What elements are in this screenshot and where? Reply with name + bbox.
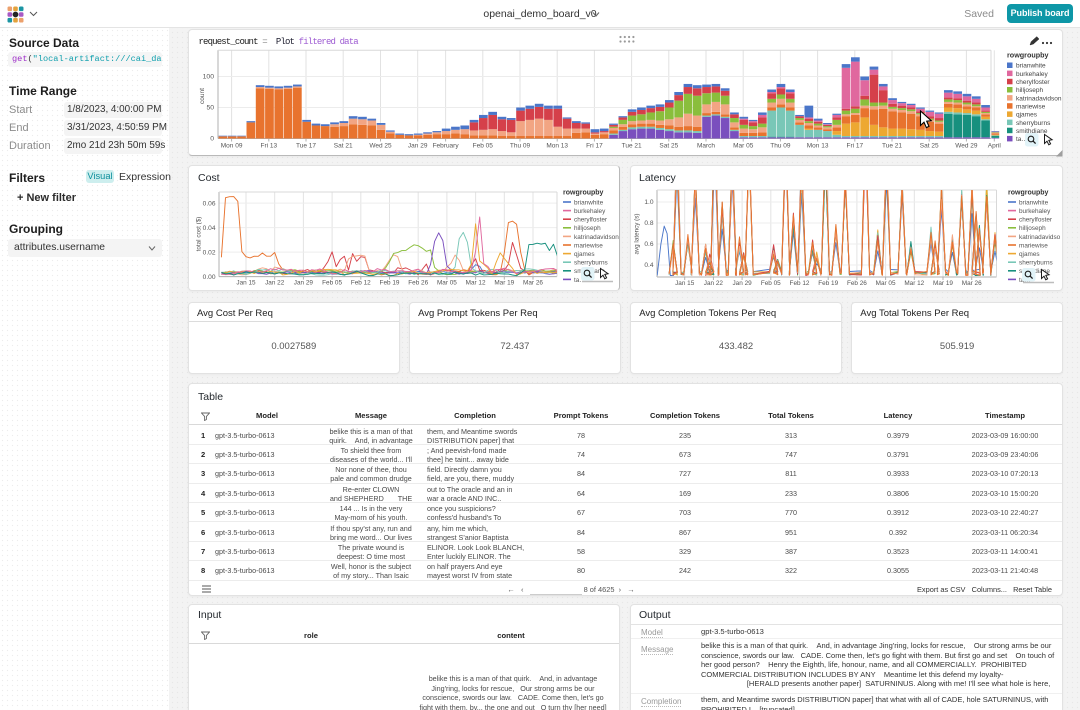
svg-text:0.04: 0.04 [203, 225, 216, 232]
svg-text:mariewise: mariewise [574, 242, 603, 249]
svg-text:Mar 26: Mar 26 [523, 280, 543, 287]
svg-text:Feb 19: Feb 19 [818, 280, 838, 287]
svg-text:Mon 13: Mon 13 [807, 143, 829, 150]
svg-text:Jan 22: Jan 22 [704, 280, 724, 287]
svg-text:rowgroupby: rowgroupby [1007, 51, 1049, 60]
svg-text:mariewise: mariewise [1019, 242, 1048, 249]
svg-text:0.8: 0.8 [644, 220, 653, 227]
svg-text:burkehaley: burkehaley [574, 208, 606, 215]
svg-text:1.0: 1.0 [644, 199, 653, 206]
svg-text:50: 50 [206, 105, 214, 112]
svg-text:Mar 05: Mar 05 [437, 280, 457, 287]
svg-text:Fri 13: Fri 13 [260, 143, 277, 150]
svg-text:Mon 09: Mon 09 [221, 143, 243, 150]
svg-text:0.4: 0.4 [644, 262, 653, 269]
svg-text:Feb 19: Feb 19 [380, 280, 400, 287]
svg-text:Fri 17: Fri 17 [586, 143, 603, 150]
svg-text:Mar 12: Mar 12 [904, 280, 924, 287]
svg-text:cherylfoster: cherylfoster [574, 217, 608, 224]
svg-text:Jan 29: Jan 29 [732, 280, 752, 287]
svg-text:rowgroupby: rowgroupby [1008, 190, 1049, 197]
svg-text:Tue 21: Tue 21 [882, 143, 902, 150]
svg-text:Mar 19: Mar 19 [494, 280, 514, 287]
svg-text:Mar 12: Mar 12 [466, 280, 486, 287]
svg-text:0.6: 0.6 [644, 241, 653, 248]
svg-text:count: count [199, 88, 206, 104]
svg-text:February: February [433, 143, 460, 150]
svg-text:Jan 15: Jan 15 [675, 280, 695, 287]
svg-text:katrinadavidson: katrinadavidson [574, 234, 619, 241]
svg-text:Tue 17: Tue 17 [296, 143, 316, 150]
svg-text:Sat 21: Sat 21 [334, 143, 353, 150]
svg-text:Mar 05: Mar 05 [876, 280, 896, 287]
svg-text:Jan 29: Jan 29 [408, 143, 428, 150]
svg-text:Tue 21: Tue 21 [622, 143, 642, 150]
svg-text:Sat 25: Sat 25 [920, 143, 939, 150]
svg-text:brianwhite: brianwhite [574, 199, 604, 206]
svg-text:cherylfoster: cherylfoster [1019, 217, 1053, 224]
svg-text:March: March [697, 143, 715, 150]
svg-text:100: 100 [203, 74, 215, 81]
svg-text:qjames: qjames [574, 251, 595, 258]
svg-text:0.02: 0.02 [203, 249, 216, 256]
svg-text:hilljoseph: hilljoseph [1016, 87, 1043, 94]
svg-text:katrinadavidson: katrinadavidson [1016, 95, 1062, 102]
svg-text:rowgroupby: rowgroupby [563, 190, 604, 197]
svg-text:Sat 25: Sat 25 [659, 143, 678, 150]
svg-text:Feb 12: Feb 12 [351, 280, 371, 287]
svg-text:Jan 15: Jan 15 [236, 280, 256, 287]
svg-text:Feb 05: Feb 05 [473, 143, 494, 150]
svg-text:hilljoseph: hilljoseph [1019, 225, 1046, 232]
svg-text:Jan 22: Jan 22 [265, 280, 285, 287]
svg-text:0.00: 0.00 [203, 274, 216, 281]
svg-text:cherylfoster: cherylfoster [1016, 79, 1050, 86]
svg-text:hilljoseph: hilljoseph [574, 225, 601, 232]
svg-text:Jan 29: Jan 29 [294, 280, 314, 287]
svg-text:katrinadavidson: katrinadavidson [1019, 234, 1060, 241]
svg-text:Feb 12: Feb 12 [790, 280, 810, 287]
svg-text:burkehaley: burkehaley [1019, 208, 1051, 215]
svg-text:burkehaley: burkehaley [1016, 71, 1049, 78]
svg-text:brianwhite: brianwhite [1019, 199, 1049, 206]
svg-text:qjames: qjames [1016, 112, 1038, 119]
svg-text:brianwhite: brianwhite [1016, 63, 1046, 70]
svg-text:0.06: 0.06 [203, 200, 216, 207]
svg-text:Feb 26: Feb 26 [408, 280, 428, 287]
svg-text:Wed 29: Wed 29 [955, 143, 978, 150]
svg-text:Mar 05: Mar 05 [733, 143, 754, 150]
svg-text:sherryburns: sherryburns [1016, 120, 1051, 127]
svg-text:Feb 26: Feb 26 [847, 280, 867, 287]
svg-text:Wed 25: Wed 25 [369, 143, 392, 150]
svg-text:Thu 09: Thu 09 [510, 143, 531, 150]
svg-text:total cost ($): total cost ($) [196, 217, 203, 252]
svg-text:Mar 26: Mar 26 [962, 280, 982, 287]
svg-text:Feb 05: Feb 05 [322, 280, 342, 287]
svg-text:Feb 05: Feb 05 [761, 280, 781, 287]
svg-text:qjames: qjames [1019, 251, 1040, 258]
svg-text:0: 0 [210, 136, 214, 143]
svg-text:April: April [988, 143, 1002, 150]
svg-text:Mar 19: Mar 19 [933, 280, 953, 287]
svg-text:avg latency (s): avg latency (s) [634, 214, 641, 255]
svg-text:Mon 13: Mon 13 [546, 143, 568, 150]
svg-text:Thu 09: Thu 09 [770, 143, 791, 150]
svg-text:Fri 17: Fri 17 [846, 143, 863, 150]
svg-text:mariewise: mariewise [1016, 104, 1046, 111]
